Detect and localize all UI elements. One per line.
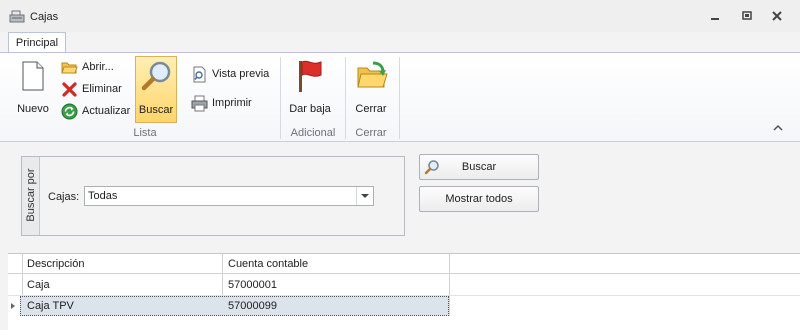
printer-icon	[191, 95, 208, 112]
table-row[interactable]: Caja 57000001	[8, 275, 800, 296]
table-row-selected[interactable]: Caja TPV 57000099	[8, 296, 800, 317]
cerrar-ribbon-label: Cerrar	[355, 103, 387, 115]
tab-principal[interactable]: Principal	[8, 32, 66, 53]
print-preview-icon	[193, 66, 206, 83]
cell-cuenta: 57000001	[228, 279, 277, 291]
vista-previa-button[interactable]: Vista previa	[191, 66, 269, 83]
folder-exit-icon	[357, 61, 388, 88]
group-label-adicional: Adicional	[290, 127, 336, 139]
collapse-ribbon-icon[interactable]	[772, 124, 784, 132]
imprimir-label: Imprimir	[212, 97, 252, 109]
delete-x-icon	[62, 82, 77, 97]
cell-descripcion: Caja	[27, 279, 50, 291]
red-flag-icon	[299, 60, 322, 92]
buscar-ribbon-label: Buscar	[138, 104, 174, 116]
ribbon-separator	[280, 57, 281, 139]
column-header-cuenta[interactable]: Cuenta contable	[223, 254, 449, 274]
new-document-icon	[22, 61, 44, 91]
magnifier-icon	[141, 61, 171, 91]
data-grid: Descripción Cuenta contable Caja 5700000…	[8, 253, 800, 330]
cajas-label: Cajas:	[48, 191, 80, 203]
group-label-lista: Lista	[133, 127, 157, 139]
refresh-icon	[61, 103, 78, 120]
buscar-button[interactable]: Buscar	[419, 154, 539, 180]
search-icon	[424, 160, 439, 175]
eliminar-button[interactable]: Eliminar	[61, 81, 122, 98]
cash-register-icon	[9, 10, 25, 23]
ribbon-separator	[345, 57, 346, 139]
abrir-label: Abrir...	[82, 61, 114, 73]
dropdown-button[interactable]	[356, 187, 373, 205]
cajas-select-value: Todas	[88, 190, 118, 202]
imprimir-button[interactable]: Imprimir	[191, 95, 252, 112]
actualizar-button[interactable]: Actualizar	[61, 103, 130, 120]
mostrar-todos-label: Mostrar todos	[445, 193, 513, 205]
buscar-button-label: Buscar	[461, 161, 497, 173]
column-header-descripcion[interactable]: Descripción	[22, 254, 222, 274]
eliminar-label: Eliminar	[82, 83, 122, 95]
mostrar-todos-button[interactable]: Mostrar todos	[419, 186, 539, 212]
nuevo-button[interactable]: Nuevo	[14, 57, 52, 121]
dar-baja-label: Dar baja	[289, 103, 331, 115]
title-bar: Cajas	[0, 0, 800, 32]
actualizar-label: Actualizar	[82, 105, 131, 117]
filter-panel: Buscar por Cajas: Todas	[21, 156, 405, 236]
grid-header: Descripción Cuenta contable	[8, 254, 800, 274]
vista-previa-label: Vista previa	[212, 68, 270, 80]
buscar-por-label: Buscar por	[25, 168, 37, 222]
chevron-down-icon	[361, 194, 369, 198]
nuevo-label: Nuevo	[17, 103, 49, 115]
buscar-ribbon-button[interactable]: Buscar	[135, 56, 177, 123]
minimize-icon[interactable]	[708, 9, 722, 23]
close-icon[interactable]	[770, 9, 784, 23]
window-title: Cajas	[30, 11, 59, 23]
cerrar-ribbon-button[interactable]: Cerrar	[350, 57, 392, 121]
cell-descripcion: Caja TPV	[27, 300, 74, 312]
ribbon: Nuevo Abrir... Eliminar Actualizar Busca…	[0, 52, 800, 142]
cajas-select[interactable]: Todas	[84, 186, 374, 206]
dar-baja-button[interactable]: Dar baja	[286, 57, 334, 121]
ribbon-separator	[399, 57, 400, 139]
filter-side-header: Buscar por	[22, 157, 40, 235]
row-indicator-icon	[11, 303, 15, 309]
abrir-button[interactable]: Abrir...	[61, 59, 114, 76]
open-folder-icon	[61, 62, 78, 74]
cell-cuenta: 57000099	[228, 300, 277, 312]
restore-icon[interactable]	[740, 9, 754, 23]
group-label-cerrar: Cerrar	[355, 127, 387, 139]
